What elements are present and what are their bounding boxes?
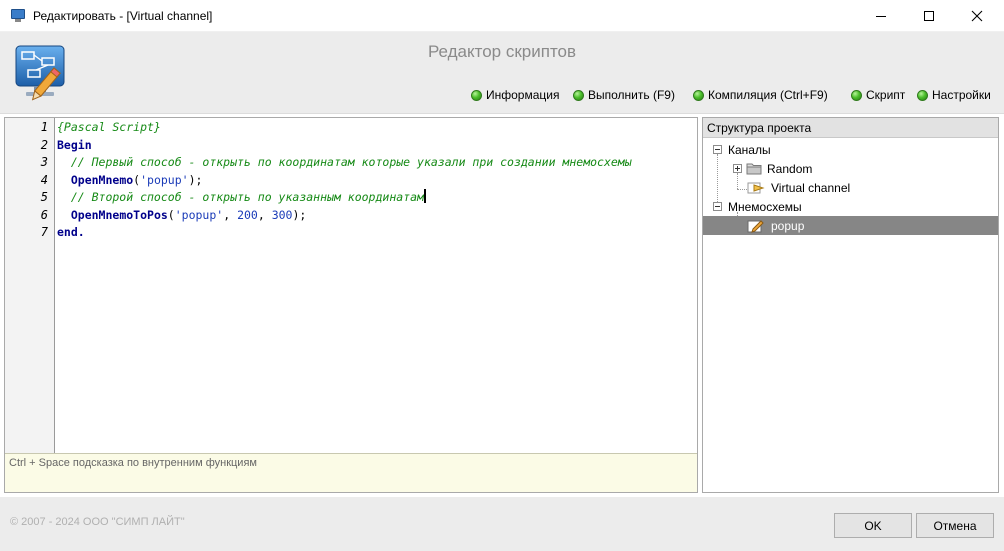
script-editor-logo (15, 45, 65, 101)
window-title: Редактировать - [Virtual channel] (33, 8, 213, 23)
ok-button[interactable]: OK (834, 513, 912, 538)
line-number: 7 (40, 225, 48, 239)
code-token: 200 (237, 207, 258, 222)
code-token: {Pascal Script} (57, 120, 161, 134)
folder-icon (746, 163, 762, 175)
code-token: , (257, 207, 272, 222)
line-number: 6 (40, 207, 48, 222)
line-number: 1 (40, 120, 48, 134)
code-token: // Второй способ - открыть по указанным … (57, 190, 424, 204)
code-token: OpenMnemo (70, 172, 134, 187)
tree-node-random[interactable]: Random (733, 159, 812, 178)
code-line[interactable]: // Второй способ - открыть по указанным … (57, 189, 695, 207)
minimize-icon (876, 16, 886, 17)
close-button[interactable] (954, 0, 1000, 32)
tree-node-popup[interactable]: popup (703, 216, 998, 235)
code-token: // Первый способ - открыть по координата… (57, 155, 632, 169)
tree-node-channels[interactable]: Каналы (713, 140, 771, 159)
tree-node-virtual-channel[interactable]: Virtual channel (747, 178, 850, 197)
green-status-icon (851, 89, 862, 101)
header-caption: Редактор скриптов (427, 42, 577, 61)
monitor-app-icon (10, 8, 26, 23)
green-status-icon (693, 89, 704, 101)
line-number: 2 (40, 137, 48, 152)
code-line[interactable]: Begin (57, 137, 695, 155)
menu-script[interactable]: Скрипт (851, 88, 905, 102)
maximize-icon (924, 11, 934, 21)
mnemo-edit-icon (747, 219, 764, 233)
collapse-icon[interactable] (713, 202, 722, 211)
green-status-icon (917, 89, 928, 101)
green-status-icon (471, 89, 482, 101)
minimize-button[interactable] (858, 0, 904, 32)
line-number: 4 (40, 172, 48, 187)
line-number: 5 (40, 190, 48, 204)
line-number-gutter: 1 2 3 4 5 6 7 (5, 118, 55, 453)
menu-info[interactable]: Информация (471, 88, 559, 102)
cancel-button[interactable]: Отмена (916, 513, 994, 538)
code-token: 300 (271, 207, 293, 222)
maximize-button[interactable] (906, 0, 952, 32)
tree-node-mnemos[interactable]: Мнемосхемы (713, 197, 802, 216)
code-token: ); (188, 172, 203, 187)
code-token: 'popup' (140, 172, 189, 187)
dialog-footer: © 2007 - 2024 ООО "СИМП ЛАЙТ" OK Отмена (0, 497, 1004, 551)
close-icon (971, 10, 983, 22)
text-caret (423, 189, 426, 203)
project-tree-header: Структура проекта (703, 118, 998, 138)
title-bar: Редактировать - [Virtual channel] (0, 0, 1004, 32)
project-tree[interactable]: Структура проекта Каналы Random Virtual … (702, 117, 999, 493)
code-line[interactable]: OpenMnemo('popup'); (57, 172, 695, 190)
code-line[interactable]: OpenMnemoToPos('popup', 200, 300); (57, 207, 695, 225)
code-line[interactable]: // Первый способ - открыть по координата… (57, 154, 695, 172)
code-area[interactable]: {Pascal Script} Begin // Первый способ - … (57, 119, 695, 452)
code-token: Begin (57, 137, 92, 152)
code-line[interactable]: {Pascal Script} (57, 119, 695, 137)
green-status-icon (573, 89, 584, 101)
code-token: , (223, 207, 238, 222)
code-token: ( (167, 207, 175, 222)
copyright-text: © 2007 - 2024 ООО "СИМП ЛАЙТ" (10, 516, 185, 528)
code-token: ); (292, 207, 307, 222)
code-token: OpenMnemoToPos (70, 207, 168, 222)
line-number: 3 (40, 155, 48, 169)
collapse-icon[interactable] (713, 145, 722, 154)
menu-compile[interactable]: Компиляция (Ctrl+F9) (693, 88, 828, 102)
code-token: end. (57, 225, 85, 239)
hint-bar: Ctrl + Space подсказка по внутренним фун… (5, 453, 697, 492)
code-line[interactable]: end. (57, 224, 695, 242)
editor-header: Редактор скриптов Информация Выполнить (… (0, 32, 1004, 114)
code-token: 'popup' (174, 207, 224, 222)
expand-icon[interactable] (733, 164, 742, 173)
menu-settings[interactable]: Настройки (917, 88, 991, 102)
menu-run[interactable]: Выполнить (F9) (573, 88, 675, 102)
virtual-channel-icon (747, 182, 765, 193)
code-editor[interactable]: 1 2 3 4 5 6 7 {Pascal Script} Begin // Первый с… (4, 117, 698, 493)
